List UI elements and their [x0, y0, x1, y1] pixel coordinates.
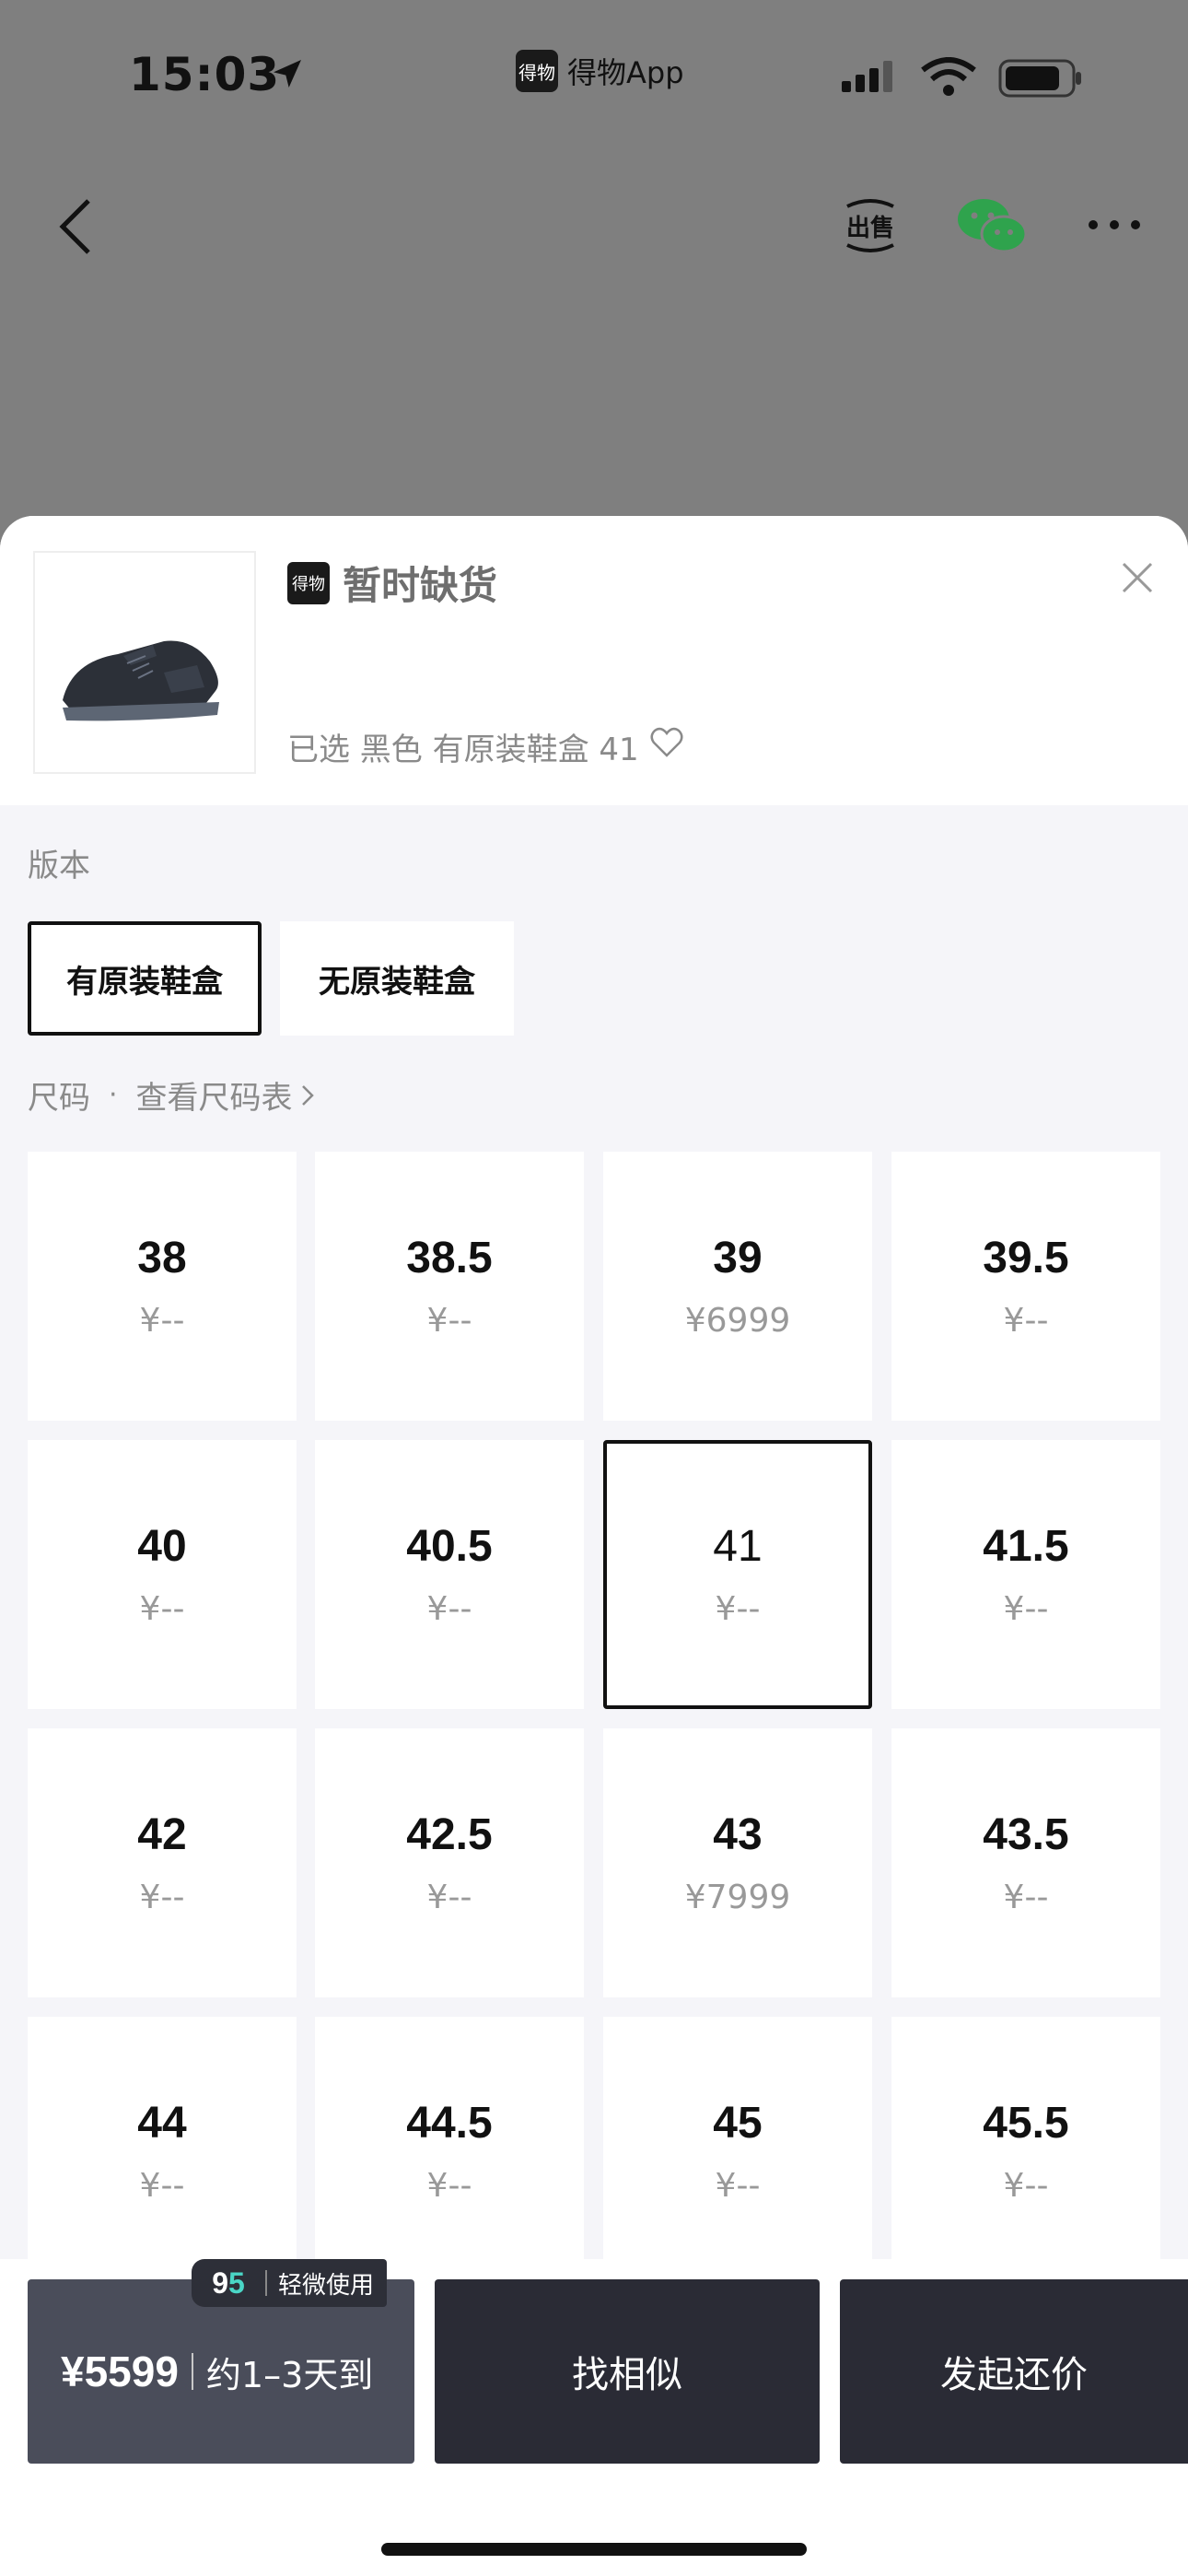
size-value: 44.5	[406, 2099, 493, 2148]
size-cell[interactable]: 38 ¥--	[28, 1152, 297, 1421]
size-price: ¥--	[1003, 2167, 1049, 2205]
location-arrow-icon	[269, 55, 306, 96]
size-cell[interactable]: 43.5 ¥--	[891, 1728, 1160, 1997]
condition-score-main: 9	[212, 2266, 228, 2300]
stock-status: 暂时缺货	[343, 563, 498, 608]
condition-score-sub: 5	[228, 2266, 245, 2300]
counter-offer-label: 发起还价	[940, 2354, 1088, 2396]
counter-offer-button[interactable]: 发起还价	[840, 2279, 1188, 2464]
back-chevron-icon[interactable]	[55, 197, 96, 260]
size-value: 41	[713, 1522, 763, 1571]
version-option-with-box[interactable]: 有原装鞋盒	[28, 921, 262, 1036]
size-price: ¥--	[139, 1590, 185, 1628]
size-value: 42.5	[406, 1810, 493, 1859]
size-cell[interactable]: 45 ¥--	[603, 2017, 872, 2286]
size-price: ¥--	[139, 1302, 185, 1340]
size-price: ¥--	[1003, 1302, 1049, 1340]
size-price: ¥--	[715, 2167, 761, 2205]
separator-dot: ·	[109, 1079, 118, 1111]
size-value: 40	[137, 1522, 187, 1571]
size-label-row: 尺码 · 查看尺码表	[28, 1072, 315, 1118]
size-price: ¥--	[1003, 1590, 1049, 1628]
size-price: ¥6999	[684, 1302, 791, 1340]
size-cell-selected[interactable]: 41 ¥--	[603, 1440, 872, 1709]
size-cell[interactable]: 40.5 ¥--	[315, 1440, 584, 1709]
condition-badge: 95 轻微使用	[192, 2259, 388, 2307]
version-option-label: 有原装鞋盒	[66, 963, 223, 1001]
size-value: 42	[137, 1810, 187, 1859]
size-price: ¥--	[1003, 1879, 1049, 1916]
top-nav: 出售	[0, 184, 1188, 267]
condition-text: 轻微使用	[278, 2271, 375, 2300]
size-price: ¥--	[426, 2167, 472, 2205]
selected-summary: 已选 黑色 有原装鞋盒 41	[287, 724, 683, 769]
stock-status-row: 得物 暂时缺货	[287, 555, 497, 611]
version-label: 版本	[28, 848, 90, 884]
cellular-signal-icon	[842, 61, 897, 96]
product-thumbnail	[33, 551, 256, 774]
size-cell[interactable]: 44.5 ¥--	[315, 2017, 584, 2286]
find-similar-button[interactable]: 找相似	[435, 2279, 820, 2464]
status-bar: 15:03 得物 得物App	[0, 0, 1188, 157]
size-price: ¥--	[715, 1590, 761, 1628]
size-value: 44	[137, 2099, 187, 2148]
app-logo-icon: 得物	[516, 50, 558, 92]
size-cell[interactable]: 41.5 ¥--	[891, 1440, 1160, 1709]
size-value: 43.5	[983, 1810, 1069, 1859]
favorite-heart-icon[interactable]	[650, 727, 683, 767]
size-value: 45	[713, 2099, 763, 2148]
size-price: ¥7999	[684, 1879, 791, 1916]
size-chart-link[interactable]: 查看尺码表	[136, 1072, 315, 1118]
version-option-label: 无原装鞋盒	[319, 963, 475, 1001]
size-cell[interactable]: 39 ¥6999	[603, 1152, 872, 1421]
size-value: 39	[713, 1234, 763, 1282]
condition-score: 95	[192, 2266, 265, 2301]
wechat-icon[interactable]	[954, 193, 1030, 262]
app-switcher-pill[interactable]: 得物 得物App	[516, 50, 684, 92]
divider	[191, 2353, 193, 2390]
version-option-without-box[interactable]: 无原装鞋盒	[280, 921, 514, 1036]
size-label: 尺码	[28, 1080, 90, 1117]
divider	[265, 2270, 267, 2296]
size-cell[interactable]: 42 ¥--	[28, 1728, 297, 1997]
size-value: 39.5	[983, 1234, 1069, 1282]
sheet-header: 得物 暂时缺货 已选 黑色 有原装鞋盒 41	[0, 516, 1188, 805]
more-icon[interactable]	[1087, 217, 1142, 235]
size-chart-link-text: 查看尺码表	[135, 1080, 293, 1117]
size-value: 41.5	[983, 1522, 1069, 1571]
size-price: ¥--	[139, 2167, 185, 2205]
size-value: 45.5	[983, 2099, 1069, 2148]
home-indicator[interactable]	[381, 2543, 807, 2556]
size-cell[interactable]: 43 ¥7999	[603, 1728, 872, 1997]
size-value: 43	[713, 1810, 763, 1859]
close-icon[interactable]	[1120, 560, 1155, 599]
size-value: 38	[137, 1234, 187, 1282]
size-price: ¥--	[139, 1879, 185, 1916]
buy-price-button[interactable]: ¥5599 约1–3天到	[28, 2279, 414, 2464]
buy-price: ¥5599	[61, 2348, 179, 2395]
sell-icon[interactable]: 出售	[838, 193, 903, 262]
size-price: ¥--	[426, 1590, 472, 1628]
size-price: ¥--	[426, 1302, 472, 1340]
status-time: 15:03	[129, 48, 281, 101]
wifi-icon	[921, 57, 976, 100]
size-price: ¥--	[426, 1879, 472, 1916]
chevron-right-icon	[301, 1084, 314, 1106]
size-cell[interactable]: 44 ¥--	[28, 2017, 297, 2286]
size-value: 40.5	[406, 1522, 493, 1571]
selected-summary-text: 已选 黑色 有原装鞋盒 41	[287, 732, 639, 768]
sell-label: 出售	[846, 214, 894, 242]
size-cell[interactable]: 38.5 ¥--	[315, 1152, 584, 1421]
dewu-logo-icon: 得物	[287, 561, 330, 604]
battery-icon	[998, 59, 1083, 101]
bottom-action-bar: ¥5599 约1–3天到 95 轻微使用 找相似 发起还价	[0, 2259, 1188, 2576]
size-cell[interactable]: 40 ¥--	[28, 1440, 297, 1709]
size-cell[interactable]: 45.5 ¥--	[891, 2017, 1160, 2286]
size-value: 38.5	[406, 1234, 493, 1282]
delivery-eta: 约1–3天到	[205, 2354, 374, 2395]
size-cell[interactable]: 39.5 ¥--	[891, 1152, 1160, 1421]
app-name: 得物App	[567, 55, 684, 90]
size-cell[interactable]: 42.5 ¥--	[315, 1728, 584, 1997]
find-similar-label: 找相似	[572, 2354, 682, 2396]
